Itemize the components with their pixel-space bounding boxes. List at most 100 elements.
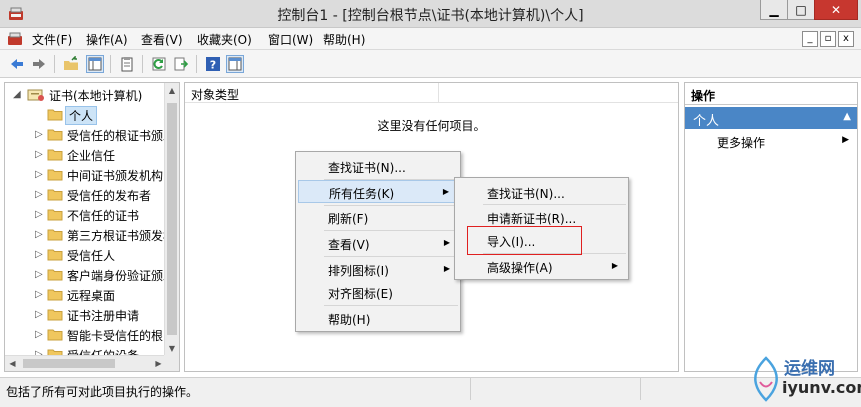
status-divider [640,378,641,400]
column-header-object-type[interactable]: 对象类型 [191,86,239,103]
refresh-icon[interactable] [150,55,168,73]
submenu-arrow-icon: ▶ [443,264,450,273]
submenu-arrow-icon: ▶ [611,261,618,270]
tree-item-label: 受信任的发布者 [67,189,152,203]
tree-item[interactable]: ▷ 企业信任 [5,145,165,165]
tree-item-label: 个人 [65,106,98,125]
expand-arrow-icon[interactable]: ▷ [35,129,43,140]
scroll-up-icon[interactable]: ▲ [165,83,179,98]
folder-icon [47,228,63,241]
menu-item-label: 查看(V) [328,238,370,252]
tree-item[interactable]: ▷ 第三方根证书颁发机构 [5,225,165,245]
mdi-minimize-button[interactable]: _ [802,31,818,47]
submenu-item-import[interactable]: 导入(I)... [457,229,626,252]
tree-item[interactable]: ▷ 受信任的根证书颁发机构 [5,125,165,145]
expand-arrow-icon[interactable]: ▷ [35,249,43,260]
properties-icon[interactable] [118,55,136,73]
submenu-item-find-certificates[interactable]: 查找证书(N)... [457,181,626,204]
certificate-store-icon [27,88,44,101]
expand-arrow-icon[interactable]: ▷ [35,309,43,320]
back-icon[interactable] [8,55,26,73]
tree-item-label: 智能卡受信任的根 [67,329,164,343]
expand-arrow-icon[interactable]: ◢ [13,89,21,100]
menu-item-label: 所有任务(K) [329,187,395,201]
mdi-close-button[interactable]: x [838,31,854,47]
submenu-arrow-icon: ▶ [442,187,449,196]
column-header[interactable]: 对象类型 [185,83,678,103]
tree-item[interactable]: ▷ 受信任人 [5,245,165,265]
folder-icon [47,168,63,181]
menu-favorites[interactable]: 收藏夹(O) [197,31,252,48]
folder-icon [47,188,63,201]
forward-icon[interactable] [30,55,48,73]
tree-item[interactable]: ▷ 中间证书颁发机构 [5,165,165,185]
menu-item-refresh[interactable]: 刷新(F) [298,206,458,229]
expand-arrow-icon[interactable]: ▷ [35,289,43,300]
submenu-item-advanced-operations[interactable]: 高级操作(A) ▶ [457,255,626,278]
scroll-thumb[interactable] [167,103,177,335]
folder-icon [47,208,63,221]
folder-icon [47,268,63,281]
submenu-arrow-icon: ▶ [842,135,849,145]
menu-window[interactable]: 窗口(W) [268,31,313,48]
menu-separator [483,204,626,205]
tree-item-label: 受信任人 [67,249,116,263]
show-hide-action-pane-icon[interactable] [226,55,244,73]
expand-arrow-icon[interactable]: ▷ [35,269,43,280]
tree-item-personal[interactable]: 个人 [5,105,165,125]
tree-item[interactable]: ▷ 证书注册申请 [5,305,165,325]
tree-item[interactable]: ▷ 远程桌面 [5,285,165,305]
show-hide-tree-icon[interactable] [86,55,104,73]
minimize-button[interactable]: ▁ [760,0,788,20]
menu-item-find-certificates[interactable]: 查找证书(N)... [298,155,458,178]
menu-action[interactable]: 操作(A) [86,31,128,48]
menu-separator [324,305,458,306]
close-button[interactable]: ✕ [814,0,858,20]
folder-icon [47,108,63,121]
column-divider[interactable] [438,83,439,102]
actions-title: 操作 [685,83,857,105]
mdi-restore-button[interactable]: ▫ [820,31,836,47]
tree-horizontal-scrollbar[interactable]: ◀ ▶ [5,355,166,371]
console-menu-icon[interactable] [7,31,23,47]
menu-item-arrange-icons[interactable]: 排列图标(I) ▶ [298,258,458,281]
menu-item-view[interactable]: 查看(V) ▶ [298,232,458,255]
expand-arrow-icon[interactable]: ▷ [35,209,43,220]
scroll-thumb[interactable] [23,359,115,368]
actions-pane: 操作 个人 ▲ 更多操作 ▶ [684,82,858,372]
watermark: 运维网 iyunv.com [748,352,861,406]
collapse-arrow-icon[interactable]: ▲ [843,111,851,122]
tree-vertical-scrollbar[interactable]: ▲ ▼ [164,83,179,356]
tree-item[interactable]: ▷ 客户端身份验证颁发者 [5,265,165,285]
scroll-left-icon[interactable]: ◀ [5,356,20,371]
tree-item[interactable]: ▷ 不信任的证书 [5,205,165,225]
tree-item[interactable]: ▷ 受信任的发布者 [5,185,165,205]
expand-arrow-icon[interactable]: ▷ [35,189,43,200]
more-actions-link[interactable]: 更多操作 [717,134,765,151]
watermark-logo-icon [750,354,782,405]
menu-item-all-tasks[interactable]: 所有任务(K) ▶ [298,180,458,203]
menu-item-help[interactable]: 帮助(H) [298,307,458,330]
menu-item-label: 刷新(F) [328,212,369,226]
tree-item-label: 中间证书颁发机构 [67,169,164,183]
export-list-icon[interactable] [172,55,190,73]
actions-section-personal[interactable]: 个人 ▲ [685,107,857,129]
tree-item-root[interactable]: ◢ 证书(本地计算机) [5,85,165,105]
folder-icon [47,148,63,161]
up-folder-icon[interactable] [62,55,80,73]
maximize-button[interactable]: □ [787,0,815,20]
tree-item[interactable]: ▷ 智能卡受信任的根 [5,325,165,345]
menu-view[interactable]: 查看(V) [141,31,183,48]
menu-item-line-up-icons[interactable]: 对齐图标(E) [298,281,458,304]
expand-arrow-icon[interactable]: ▷ [35,169,43,180]
menu-separator [324,230,458,231]
expand-arrow-icon[interactable]: ▷ [35,329,43,340]
submenu-item-request-new-certificate[interactable]: 申请新证书(R)... [457,206,626,229]
scroll-down-icon[interactable]: ▼ [165,341,179,356]
menu-file[interactable]: 文件(F) [32,31,72,48]
toolbar-separator [196,55,197,73]
expand-arrow-icon[interactable]: ▷ [35,149,43,160]
help-icon[interactable]: ? [204,55,222,73]
menu-help[interactable]: 帮助(H) [323,31,365,48]
expand-arrow-icon[interactable]: ▷ [35,229,43,240]
